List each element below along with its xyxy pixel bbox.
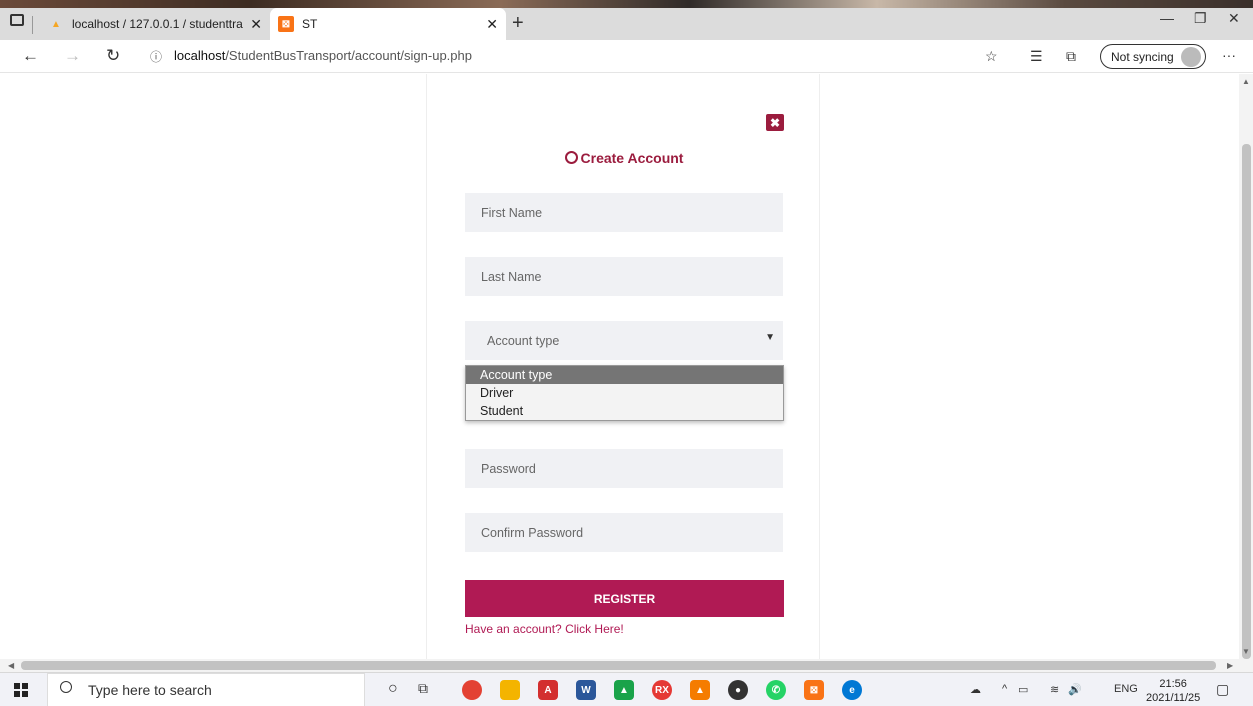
whatsapp-icon[interactable]: ✆ (766, 680, 786, 700)
url-path: /StudentBusTransport/account/sign-up.php (225, 48, 472, 63)
user-circle-icon (564, 151, 578, 164)
scroll-down-icon[interactable]: ▼ (1242, 647, 1250, 656)
vertical-scroll-thumb[interactable] (1242, 144, 1251, 659)
url-host: localhost (174, 48, 226, 63)
back-icon[interactable]: ← (22, 46, 39, 66)
restore-icon[interactable]: ❐ (1194, 10, 1207, 27)
refresh-icon[interactable]: ↻ (106, 46, 120, 66)
scroll-left-icon[interactable]: ◀ (8, 661, 14, 670)
taskbar-search-placeholder: Type here to search (88, 682, 212, 698)
login-link[interactable]: Have an account? Click Here! (465, 622, 624, 636)
windows-start-icon[interactable] (14, 683, 28, 697)
vlc-icon[interactable]: ▲ (690, 680, 710, 700)
profile-avatar-icon (1181, 47, 1201, 67)
rx-icon[interactable]: RX (652, 680, 672, 700)
password-placeholder: Password (481, 461, 536, 476)
task-view-icon[interactable]: ⧉ (418, 680, 428, 697)
onedrive-icon[interactable]: ☁ (970, 683, 981, 696)
volume-icon[interactable]: 🔊 (1068, 683, 1082, 696)
last-name-placeholder: Last Name (481, 269, 542, 284)
taskbar-clock[interactable]: 21:56 2021/11/25 (1146, 677, 1200, 705)
forward-icon[interactable]: → (64, 46, 81, 66)
minimize-icon[interactable]: — (1160, 10, 1174, 26)
screen: ▲ localhost / 127.0.0.1 / studenttra ✕ ⊠… (0, 0, 1253, 706)
clock-time: 21:56 (1159, 678, 1187, 690)
tabstrip-divider (32, 16, 33, 34)
xampp-icon[interactable]: ⊠ (804, 680, 824, 700)
sync-button[interactable]: Not syncing (1100, 44, 1206, 69)
vertical-scrollbar[interactable]: ▲ ▼ (1239, 74, 1253, 659)
close-form-button[interactable]: ✖ (766, 114, 784, 131)
word-icon[interactable]: W (576, 680, 596, 700)
cortana-icon[interactable]: ○ (388, 680, 398, 698)
window-close-icon[interactable]: ✕ (1228, 10, 1240, 27)
password-field[interactable]: Password (465, 449, 783, 488)
browser-tabstrip: ▲ localhost / 127.0.0.1 / studenttra ✕ ⊠… (0, 0, 1253, 40)
search-icon (60, 681, 72, 693)
taskbar-search-box[interactable]: Type here to search (47, 673, 365, 706)
st-icon: ⊠ (278, 16, 294, 32)
close-tab-icon[interactable]: ✕ (480, 16, 498, 33)
wifi-icon[interactable]: ≋ (1050, 683, 1059, 696)
form-heading-text: Create Account (580, 150, 684, 166)
chevron-down-icon: ▼ (765, 332, 775, 343)
close-tab-icon[interactable]: ✕ (244, 16, 262, 33)
sync-label: Not syncing (1111, 49, 1174, 64)
tab-phpmyadmin[interactable]: ▲ localhost / 127.0.0.1 / studenttra ✕ (40, 8, 270, 40)
notifications-icon[interactable]: ▢ (1216, 681, 1229, 698)
tab-st[interactable]: ⊠ ST ✕ (270, 8, 506, 40)
signup-panel: ✖ Create Account First Name Last Name Ac… (426, 74, 820, 659)
tab-title: localhost / 127.0.0.1 / studenttra (72, 17, 243, 31)
info-icon[interactable]: ⓘ (150, 48, 162, 65)
chrome-icon[interactable] (462, 680, 482, 700)
tab-title: ST (302, 17, 318, 31)
windows-taskbar: Type here to search ○ ⧉ A W ▲ RX ▲ ● ✆ ⊠… (0, 672, 1253, 706)
first-name-field[interactable]: First Name (465, 193, 783, 232)
tab-actions-icon[interactable] (10, 14, 24, 26)
desktop-wallpaper-strip (0, 0, 1253, 8)
form-heading: Create Account (427, 150, 821, 166)
edge-icon[interactable]: e (842, 680, 862, 700)
language-indicator[interactable]: ENG (1114, 683, 1138, 695)
register-button[interactable]: REGISTER (465, 580, 784, 617)
dropdown-option-driver[interactable]: Driver (466, 384, 783, 402)
more-menu-icon[interactable]: ··· (1222, 47, 1236, 63)
url-field[interactable]: localhost/StudentBusTransport/account/si… (174, 48, 472, 63)
first-name-placeholder: First Name (481, 205, 543, 220)
dropdown-option-student[interactable]: Student (466, 402, 783, 420)
page-viewport: ✖ Create Account First Name Last Name Ac… (0, 74, 1239, 659)
address-bar: ← → ↻ ⓘ localhost/StudentBusTransport/ac… (0, 40, 1253, 73)
account-type-select[interactable]: Account type ▼ (465, 321, 783, 360)
new-tab-icon[interactable]: + (512, 12, 524, 35)
horizontal-scroll-thumb[interactable] (21, 661, 1216, 670)
battery-icon[interactable]: ▭ (1018, 683, 1028, 696)
account-type-value: Account type (487, 333, 560, 348)
horizontal-scrollbar[interactable]: ◀ ▶ (0, 659, 1253, 672)
confirm-password-placeholder: Confirm Password (481, 525, 584, 540)
favorites-icon[interactable]: ☰ (1030, 48, 1043, 65)
obs-icon[interactable]: ● (728, 680, 748, 700)
android-studio-icon[interactable]: ▲ (614, 680, 634, 700)
account-type-dropdown: Account type Driver Student (465, 365, 784, 421)
collections-icon[interactable]: ⧉ (1066, 48, 1076, 65)
confirm-password-field[interactable]: Confirm Password (465, 513, 783, 552)
favorite-add-icon[interactable]: ☆ (985, 48, 998, 65)
file-explorer-icon[interactable] (500, 680, 520, 700)
pma-icon: ▲ (51, 18, 61, 30)
scroll-up-icon[interactable]: ▲ (1242, 77, 1250, 86)
show-hidden-icons-icon[interactable]: ^ (1002, 683, 1007, 695)
scroll-right-icon[interactable]: ▶ (1227, 661, 1233, 670)
last-name-field[interactable]: Last Name (465, 257, 783, 296)
acrobat-icon[interactable]: A (538, 680, 558, 700)
clock-date: 2021/11/25 (1146, 692, 1201, 704)
dropdown-option-account-type[interactable]: Account type (466, 366, 783, 384)
